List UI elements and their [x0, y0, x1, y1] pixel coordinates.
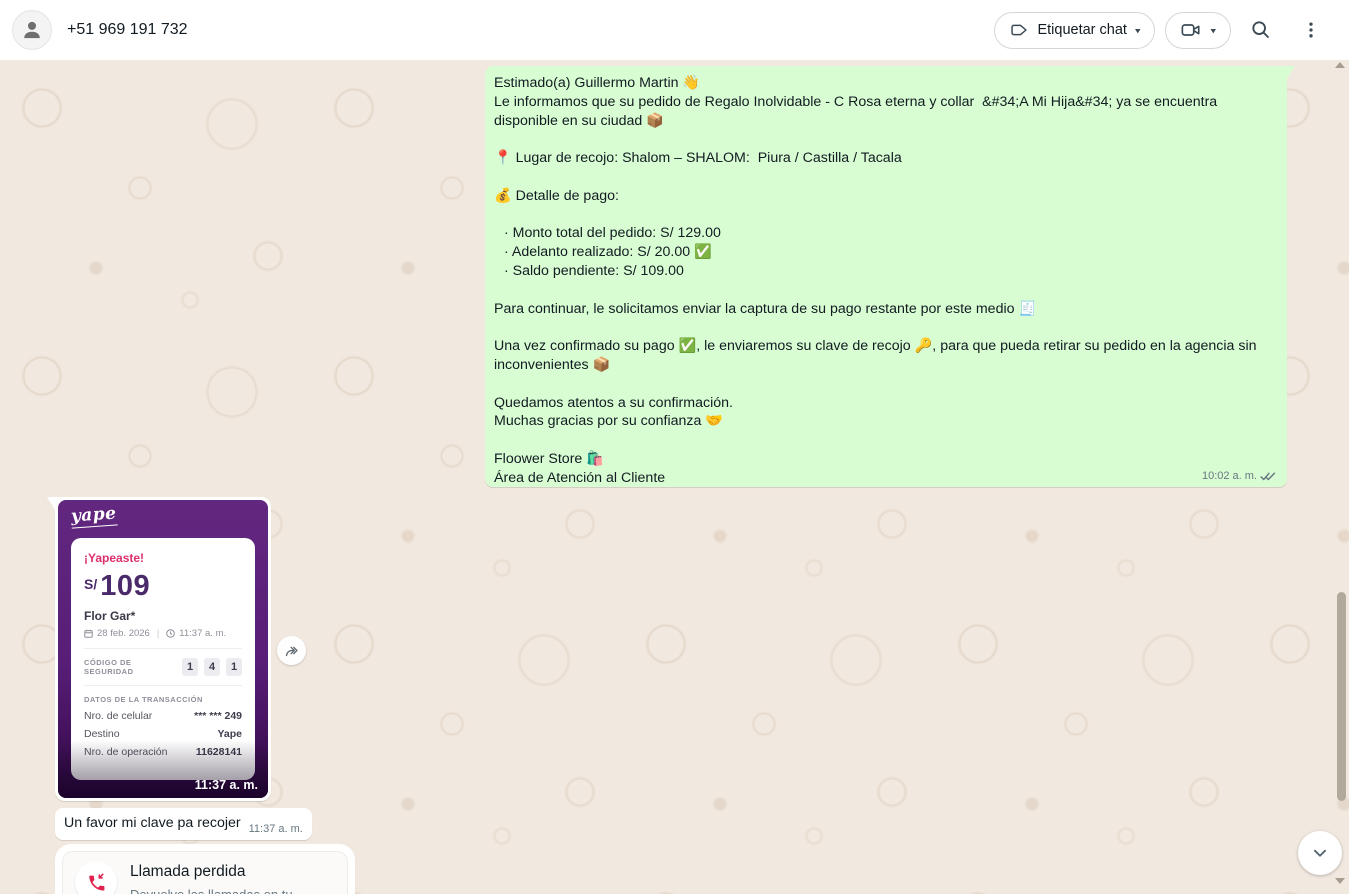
- divider: [84, 685, 242, 686]
- message-meta: 10:02 a. m.: [1202, 470, 1277, 482]
- double-check-icon: [1260, 471, 1277, 482]
- scroll-to-bottom-button[interactable]: [1298, 831, 1342, 875]
- separator: |: [157, 628, 159, 639]
- message-line: Floower Store 🛍️: [494, 450, 1277, 469]
- security-code-row: CÓDIGO DE SEGURIDAD 1 4 1: [84, 658, 242, 676]
- label-tag-icon: [1009, 21, 1029, 39]
- yape-logo: yape: [70, 503, 117, 528]
- message-line: Una vez confirmado su pago ✅, le enviare…: [494, 337, 1277, 375]
- receipt-time: 11:37 a. m.: [179, 628, 226, 639]
- missed-call-card: Llamada perdida Devuelve las llamadas en…: [62, 851, 348, 894]
- message-line: · Saldo pendiente: S/ 109.00: [494, 262, 1277, 281]
- code-digit: 4: [204, 658, 220, 676]
- chevron-down-icon: ▾: [1210, 25, 1216, 35]
- transaction-section-label: DATOS DE LA TRANSACCIÓN: [84, 695, 242, 704]
- receipt-amount: S/ 109: [84, 572, 242, 601]
- security-code-digits: 1 4 1: [182, 658, 242, 676]
- message-line: · Adelanto realizado: S/ 20.00 ✅: [494, 243, 1277, 262]
- message-text: Un favor mi clave pa recojer: [64, 814, 241, 833]
- message-timestamp: 10:02 a. m.: [1202, 470, 1257, 482]
- missed-call-subtitle: Devuelve las llamadas en tu teléfono: [130, 887, 335, 894]
- video-call-button[interactable]: ▾: [1165, 12, 1231, 49]
- message-timestamp: 11:37 a. m.: [249, 823, 303, 835]
- label-chat-text: Etiquetar chat: [1037, 22, 1126, 38]
- scrollbar-up-arrow[interactable]: [1335, 62, 1345, 68]
- message-line: Estimado(a) Guillermo Martin 👋: [494, 74, 1277, 93]
- security-code-label: CÓDIGO DE SEGURIDAD: [84, 658, 182, 676]
- transaction-row: Destino Yape: [84, 728, 242, 740]
- currency-symbol: S/: [84, 576, 97, 592]
- incoming-text-message: Un favor mi clave pa recojer 11:37 a. m.: [55, 808, 312, 840]
- receipt-image-message[interactable]: yape ¡Yapeaste! S/ 109 Flor Gar* 28 feb.…: [55, 497, 271, 801]
- message-line: Para continuar, le solicitamos enviar la…: [494, 300, 1277, 319]
- tx-value: Yape: [217, 728, 242, 740]
- scrollbar-thumb[interactable]: [1337, 592, 1346, 801]
- call-icon-circle: [75, 861, 117, 894]
- message-line: · Monto total del pedido: S/ 129.00: [494, 224, 1277, 243]
- tx-value: *** *** 249: [194, 710, 242, 722]
- code-digit: 1: [226, 658, 242, 676]
- scrollbar-down-arrow[interactable]: [1335, 878, 1345, 884]
- message-line: 💰 Detalle de pago:: [494, 187, 1277, 206]
- search-button[interactable]: [1241, 10, 1281, 50]
- chat-panel: Estimado(a) Guillermo Martin 👋 Le inform…: [0, 60, 1349, 894]
- receipt-date: 28 feb. 2026: [97, 628, 150, 639]
- outgoing-order-message: Estimado(a) Guillermo Martin 👋 Le inform…: [485, 66, 1287, 487]
- calendar-icon: [84, 629, 93, 638]
- header-actions: Etiquetar chat ▾ ▾: [994, 10, 1331, 50]
- chat-title[interactable]: +51 969 191 732: [67, 21, 188, 39]
- message-line: Área de Atención al Cliente: [494, 469, 1277, 488]
- person-icon: [19, 17, 45, 43]
- missed-call-title: Llamada perdida: [130, 863, 335, 881]
- forward-message-button[interactable]: [277, 636, 306, 665]
- message-line: Le informamos que su pedido de Regalo In…: [494, 93, 1277, 131]
- divider: [84, 648, 242, 649]
- image-timestamp: 11:37 a. m.: [195, 778, 258, 792]
- tx-label: Destino: [84, 728, 120, 740]
- message-line: Muchas gracias por su confianza 🤝: [494, 412, 1277, 431]
- search-icon: [1250, 19, 1272, 41]
- receipt-headline: ¡Yapeaste!: [84, 551, 242, 565]
- code-digit: 1: [182, 658, 198, 676]
- video-camera-icon: [1180, 20, 1202, 40]
- transaction-row: Nro. de celular *** *** 249: [84, 710, 242, 722]
- menu-button[interactable]: [1291, 10, 1331, 50]
- clock-icon: [166, 629, 175, 638]
- chevron-down-icon: [1309, 842, 1331, 864]
- forward-icon: [283, 642, 300, 659]
- missed-call-message: Llamada perdida Devuelve las llamadas en…: [55, 844, 355, 894]
- whatsapp-window: +51 969 191 732 Etiquetar chat ▾ ▾: [0, 0, 1349, 894]
- tx-label: Nro. de celular: [84, 710, 152, 722]
- payee-name: Flor Gar*: [84, 609, 242, 623]
- receipt-datetime: 28 feb. 2026 | 11:37 a. m.: [84, 628, 242, 639]
- kebab-menu-icon: [1301, 19, 1321, 41]
- missed-call-texts: Llamada perdida Devuelve las llamadas en…: [130, 861, 335, 894]
- chevron-down-icon: ▾: [1135, 25, 1141, 35]
- missed-call-icon: [85, 871, 107, 893]
- amount-value: 109: [100, 572, 150, 601]
- chat-header: +51 969 191 732 Etiquetar chat ▾ ▾: [0, 0, 1349, 60]
- message-line: Quedamos atentos a su confirmación.: [494, 394, 1277, 413]
- yape-receipt: yape ¡Yapeaste! S/ 109 Flor Gar* 28 feb.…: [58, 500, 268, 798]
- message-line: 📍 Lugar de recojo: Shalom – SHALOM: Piur…: [494, 149, 1277, 168]
- label-chat-button[interactable]: Etiquetar chat ▾: [994, 12, 1155, 49]
- contact-avatar[interactable]: [12, 10, 52, 50]
